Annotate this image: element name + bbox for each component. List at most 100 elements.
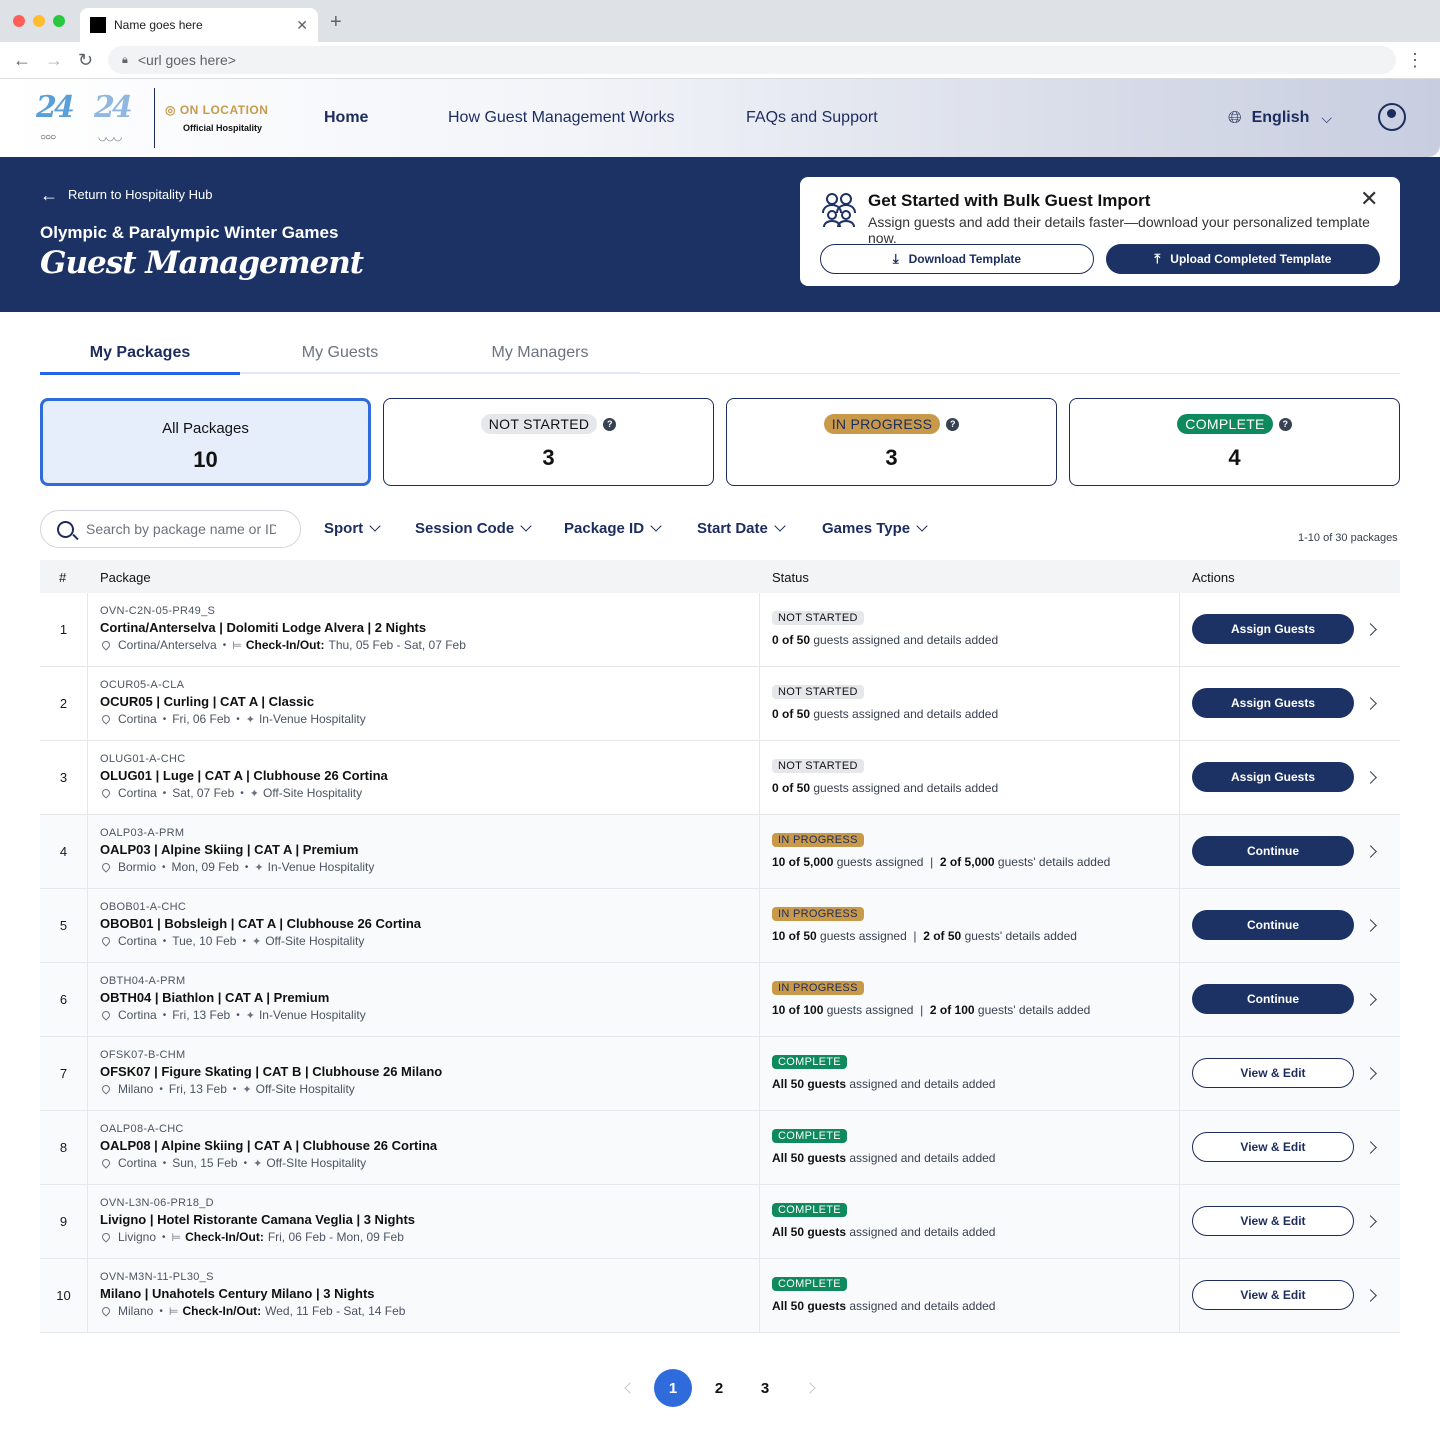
download-template-button[interactable]: ⤓ Download Template <box>820 244 1094 274</box>
view-edit-button[interactable]: View & Edit <box>1192 1280 1354 1310</box>
assign-guests-button[interactable]: Assign Guests <box>1192 614 1354 644</box>
separator-dot: • <box>162 713 167 725</box>
table-row[interactable]: 1 OVN-C2N-05-PR49_S Cortina/Anterselva | D… <box>40 593 1400 667</box>
view-edit-button[interactable]: View & Edit <box>1192 1206 1354 1236</box>
browser-menu-icon[interactable]: ⋮ <box>1406 50 1424 71</box>
package-id: OVN-C2N-05-PR49_S <box>100 605 216 617</box>
chevron-right-icon[interactable] <box>1364 919 1377 932</box>
table-row[interactable]: 2 OCUR05-A-CLA OCUR05 | Curling | CAT A | … <box>40 667 1400 741</box>
chevron-right-icon[interactable] <box>1364 1067 1377 1080</box>
url-text: <url goes here> <box>137 52 236 68</box>
close-window-button[interactable] <box>13 15 25 27</box>
complete-card[interactable]: COMPLETE ? 4 <box>1069 398 1400 486</box>
package-date: Sat, 07 Feb <box>172 786 235 800</box>
users-group-icon <box>822 193 856 228</box>
chevron-right-icon[interactable] <box>1364 845 1377 858</box>
status-cell: COMPLETE All 50 guests assigned and detai… <box>759 1111 1180 1184</box>
chevron-right-icon[interactable] <box>1364 1215 1377 1228</box>
package-meta-value: Fri, 06 Feb - Mon, 09 Feb <box>267 1230 404 1244</box>
chevron-right-icon[interactable] <box>1364 1289 1377 1302</box>
table-row[interactable]: 7 OFSK07-B-CHM OFSK07 | Figure Skating | C… <box>40 1037 1400 1111</box>
package-meta: Livigno • ⊨ Check-In/Out: Fri, 06 Feb - Mon,… <box>100 1230 750 1244</box>
package-id: OBTH04-A-PRM <box>100 975 186 987</box>
chevron-right-icon[interactable] <box>1364 697 1377 710</box>
back-arrow-icon[interactable]: ← <box>13 50 31 70</box>
games-type-filter[interactable]: Games Type <box>822 520 928 537</box>
hero-subtitle: Olympic & Paralympic Winter Games <box>40 223 339 242</box>
help-icon[interactable]: ? <box>1278 417 1292 431</box>
in-progress-card[interactable]: IN PROGRESS ? 3 <box>726 398 1057 486</box>
complete-count: 4 <box>1228 445 1241 470</box>
upload-template-button[interactable]: ⤒ Upload Completed Template <box>1106 244 1380 274</box>
bulk-import-title: Get Started with Bulk Guest Import <box>868 191 1151 210</box>
maximize-window-button[interactable] <box>53 15 65 27</box>
upload-template-label: Upload Completed Template <box>1170 252 1332 266</box>
bed-icon: ⊨ <box>171 1231 182 1244</box>
chevron-right-icon[interactable] <box>1364 1141 1377 1154</box>
logo-group[interactable]: 24 ○○○ 24 ◡◡◡ ◎ ON LOCATION Official Hos… <box>32 87 268 149</box>
continue-button[interactable]: Continue <box>1192 836 1354 866</box>
view-edit-button[interactable]: View & Edit <box>1192 1058 1354 1088</box>
nav-how-it-works[interactable]: How Guest Management Works <box>448 109 674 127</box>
reload-icon[interactable]: ↻ <box>78 50 93 70</box>
account-icon[interactable] <box>1378 103 1406 131</box>
page-1-button[interactable]: 1 <box>654 1369 692 1407</box>
chevron-down-icon <box>520 520 532 532</box>
table-row[interactable]: 5 OBOB01-A-CHC OBOB01 | Bobsleigh | CAT A … <box>40 889 1400 963</box>
not-started-card[interactable]: NOT STARTED ? 3 <box>383 398 714 486</box>
table-row[interactable]: 9 OVN-L3N-06-PR18_D Livigno | Hotel Ristor… <box>40 1185 1400 1259</box>
browser-tab[interactable]: Name goes here ✕ <box>80 8 318 42</box>
help-icon[interactable]: ? <box>603 417 617 431</box>
separator-dot: • <box>162 787 167 799</box>
nav-home[interactable]: Home <box>324 109 368 127</box>
continue-button[interactable]: Continue <box>1192 984 1354 1014</box>
help-icon[interactable]: ? <box>946 417 960 431</box>
package-id-filter[interactable]: Package ID <box>564 520 662 537</box>
page-3-button[interactable]: 3 <box>746 1369 784 1407</box>
session-code-filter[interactable]: Session Code <box>415 520 532 537</box>
status-description: 10 of 100 guests assigned | 2 of 100 gue… <box>772 1003 1090 1017</box>
start-date-filter-label: Start Date <box>697 520 768 537</box>
next-page-icon[interactable] <box>804 1382 816 1394</box>
check-in-out-label: Check-In/Out: <box>245 638 325 652</box>
search-input[interactable] <box>86 521 276 537</box>
close-tab-icon[interactable]: ✕ <box>296 17 308 34</box>
table-row[interactable]: 3 OLUG01-A-CHC OLUG01 | Luge | CAT A | Clu… <box>40 741 1400 815</box>
chevron-right-icon[interactable] <box>1364 623 1377 636</box>
package-meta-value: Wed, 11 Feb - Sat, 14 Feb <box>265 1304 406 1318</box>
separator-dot: • <box>162 1009 167 1021</box>
tab-my-guests[interactable]: My Guests <box>240 344 440 362</box>
all-packages-card[interactable]: All Packages 10 <box>40 398 371 486</box>
download-template-label: Download Template <box>908 252 1022 266</box>
tab-my-managers[interactable]: My Managers <box>440 344 640 362</box>
return-link[interactable]: ← Return to Hospitality Hub <box>40 186 213 204</box>
address-bar[interactable]: 🔒︎ <url goes here> <box>108 46 1396 74</box>
close-icon[interactable]: ✕ <box>1360 187 1378 211</box>
assign-guests-button[interactable]: Assign Guests <box>1192 688 1354 718</box>
chevron-right-icon[interactable] <box>1364 993 1377 1006</box>
package-name: Cortina/Anterselva | Dolomiti Lodge Alve… <box>100 620 427 635</box>
nav-faqs-support[interactable]: FAQs and Support <box>746 109 878 127</box>
assign-guests-button[interactable]: Assign Guests <box>1192 762 1354 792</box>
table-row[interactable]: 4 OALP03-A-PRM OALP03 | Alpine Skiing | CA… <box>40 815 1400 889</box>
status-badge: NOT STARTED <box>772 685 864 699</box>
table-row[interactable]: 10 OVN-M3N-11-PL30_S Milano | Unahotels Ce… <box>40 1259 1400 1333</box>
new-tab-icon[interactable]: + <box>330 12 342 32</box>
table-row[interactable]: 6 OBTH04-A-PRM OBTH04 | Biathlon | CAT A |… <box>40 963 1400 1037</box>
status-text-b: guests assigned | <box>823 1003 930 1017</box>
package-location: Cortina <box>118 712 157 726</box>
start-date-filter[interactable]: Start Date <box>697 520 786 537</box>
prev-page-icon[interactable] <box>624 1382 636 1394</box>
chevron-right-icon[interactable] <box>1364 771 1377 784</box>
language-selector[interactable]: 🌐︎ English ⌵ <box>1228 108 1332 128</box>
status-count-c: 2 of 50 <box>923 929 962 943</box>
forward-arrow-icon[interactable]: → <box>45 50 63 70</box>
view-edit-button[interactable]: View & Edit <box>1192 1132 1354 1162</box>
tab-my-packages[interactable]: My Packages <box>40 344 240 362</box>
table-row[interactable]: 8 OALP08-A-CHC OALP08 | Alpine Skiing | CA… <box>40 1111 1400 1185</box>
page-2-button[interactable]: 2 <box>700 1369 738 1407</box>
minimize-window-button[interactable] <box>33 15 45 27</box>
sport-filter[interactable]: Sport <box>324 520 381 537</box>
package-tabs: My Packages My Guests My Managers <box>40 336 1400 375</box>
continue-button[interactable]: Continue <box>1192 910 1354 940</box>
